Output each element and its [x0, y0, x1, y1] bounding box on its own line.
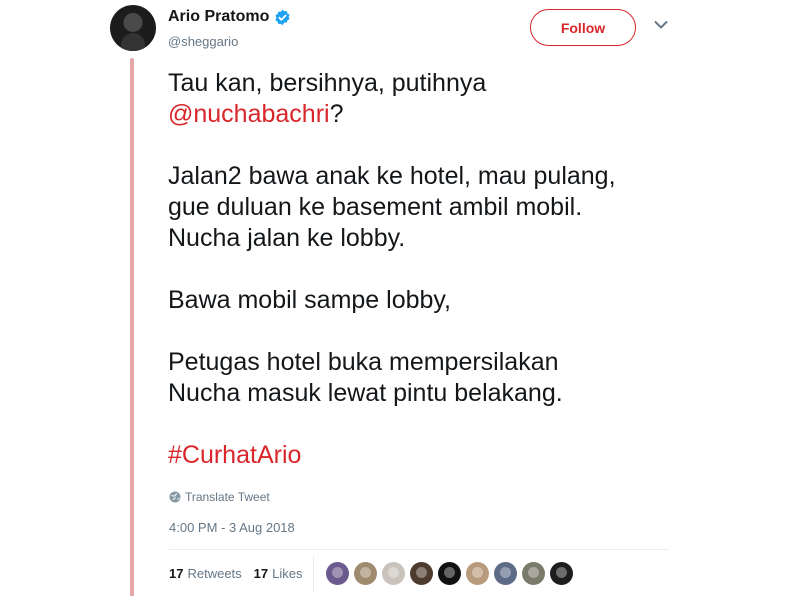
verified-badge-icon: [275, 9, 290, 25]
thread-line: [130, 58, 134, 596]
tweet-line: Bawa mobil sampe lobby,: [168, 286, 452, 314]
liker-avatar-icon[interactable]: [466, 562, 489, 585]
author-handle[interactable]: @sheggario: [168, 34, 238, 49]
liker-avatar-icon[interactable]: [550, 562, 573, 585]
translate-label: Translate Tweet: [185, 490, 270, 504]
divider: [169, 549, 669, 550]
chevron-down-icon[interactable]: [654, 20, 668, 30]
tweet-line: Petugas hotel buka mempersilakan: [168, 348, 559, 376]
tweet-mention-line: @nuchabachri?: [168, 99, 688, 130]
liker-avatar-icon[interactable]: [410, 562, 433, 585]
likes-stat[interactable]: 17 Likes: [254, 566, 303, 581]
liker-avatar-icon[interactable]: [354, 562, 377, 585]
tweet-line: Jalan2 bawa anak ke hotel, mau pulang,: [168, 162, 616, 190]
liker-avatar-icon[interactable]: [522, 562, 545, 585]
likes-count: 17: [253, 566, 269, 581]
tweet-line: gue duluan ke basement ambil mobil.: [168, 193, 583, 221]
liker-avatars: [326, 562, 578, 585]
tweet-timestamp[interactable]: 4:00 PM - 3 Aug 2018: [169, 520, 295, 535]
hashtag-link[interactable]: #CurhatArio: [168, 441, 301, 469]
follow-button[interactable]: Follow: [530, 9, 636, 46]
retweets-label: Retweets: [187, 566, 242, 581]
retweets-stat[interactable]: 17 Retweets: [169, 566, 242, 581]
vertical-divider: [313, 556, 314, 592]
liker-avatar-icon[interactable]: [326, 562, 349, 585]
author-name-row: Ario Pratomo: [168, 8, 291, 26]
author-display-name[interactable]: Ario Pratomo: [168, 8, 269, 26]
liker-avatar-icon[interactable]: [494, 562, 517, 585]
liker-avatar-icon[interactable]: [382, 562, 405, 585]
liker-avatar-icon[interactable]: [438, 562, 461, 585]
retweets-count: 17: [169, 566, 184, 581]
tweet-text: Tau kan, bersihnya, putihnya @nuchabachr…: [168, 68, 688, 471]
author-avatar[interactable]: [110, 5, 156, 51]
globe-icon: [169, 491, 181, 503]
mention-link[interactable]: @nuchabachri: [168, 100, 330, 128]
tweet-stats: 17 Retweets 17 Likes: [169, 566, 315, 581]
translate-tweet-link[interactable]: Translate Tweet: [169, 490, 270, 504]
tweet-line: Tau kan, bersihnya, putihnya: [168, 69, 487, 97]
tweet-line: Nucha masuk lewat pintu belakang.: [168, 379, 563, 407]
likes-label: Likes: [272, 566, 303, 581]
mention-suffix: ?: [329, 100, 344, 128]
tweet-line: Nucha jalan ke lobby.: [168, 224, 406, 252]
